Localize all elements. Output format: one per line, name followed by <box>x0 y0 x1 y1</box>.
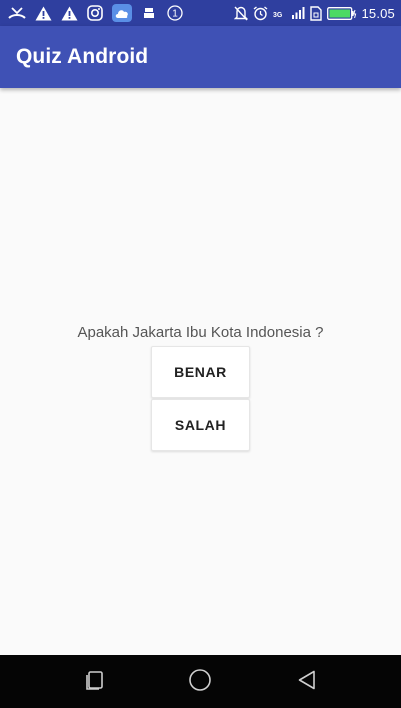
recent-apps-icon <box>84 669 106 696</box>
battery-icon <box>327 5 357 21</box>
screen: 1 3G 15.05 Quiz Android Apakah Jakarta I… <box>0 0 401 708</box>
network-type-text: 3G <box>273 12 283 19</box>
instagram-icon <box>86 4 104 22</box>
missed-call-icon <box>8 4 26 22</box>
cloud-icon <box>112 4 132 22</box>
signal-icon <box>291 5 305 21</box>
app-bar: Quiz Android <box>0 26 401 88</box>
home-icon <box>188 668 212 697</box>
back-button[interactable] <box>290 665 324 699</box>
warning-icon <box>60 4 78 22</box>
usb-icon <box>140 4 158 22</box>
network-type-icon: 3G <box>273 5 286 21</box>
app-title: Quiz Android <box>16 45 149 68</box>
true-button[interactable]: BENAR <box>151 346 250 398</box>
status-bar: 1 3G 15.05 <box>0 0 401 26</box>
home-button[interactable] <box>183 665 217 699</box>
warning-icon <box>34 4 52 22</box>
alarm-icon <box>253 5 268 21</box>
status-bar-left: 1 <box>8 4 192 22</box>
status-bar-right: 3G 15.05 <box>229 5 395 21</box>
false-button[interactable]: SALAH <box>151 399 250 451</box>
no-sim-icon <box>310 5 323 21</box>
recent-apps-button[interactable] <box>78 665 112 699</box>
mute-icon <box>234 5 249 21</box>
notification-count-icon: 1 <box>166 4 184 22</box>
navigation-bar <box>0 655 401 708</box>
question-text: Apakah Jakarta Ibu Kota Indonesia ? <box>77 324 324 341</box>
back-icon <box>296 669 318 696</box>
notification-count-text: 1 <box>172 9 178 20</box>
clock-time: 15.05 <box>361 5 395 21</box>
